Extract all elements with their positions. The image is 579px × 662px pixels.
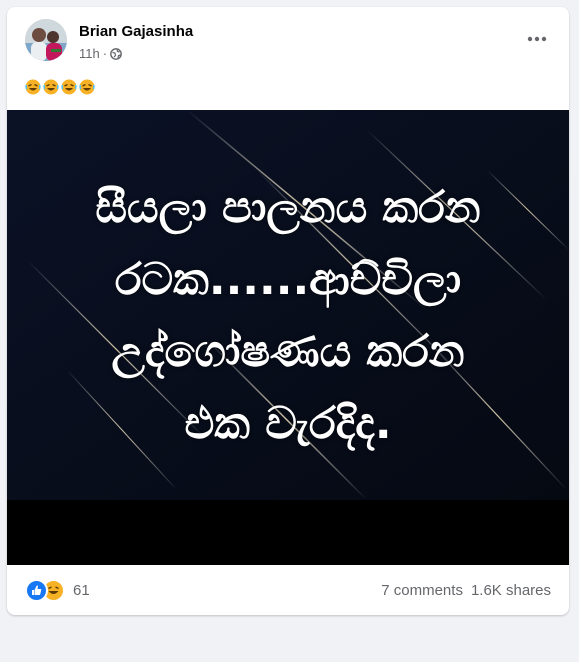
post-footer: 61 7 comments 1.6K shares xyxy=(7,565,569,615)
image-text-line: එක වැරදිද. xyxy=(184,398,392,449)
rofl-emoji-icon xyxy=(25,79,41,95)
image-text-line: උද්ගෝෂණය කරන xyxy=(111,326,465,377)
shares-link[interactable]: 1.6K shares xyxy=(471,582,551,599)
reaction-count: 61 xyxy=(73,582,90,599)
image-text: සීයලා පාලනය කරන රටක......ආච්චිලා උද්ගෝෂණ… xyxy=(7,172,569,460)
author-name[interactable]: Brian Gajasinha xyxy=(79,23,193,40)
more-options-icon xyxy=(527,36,547,42)
post-time[interactable]: 11h xyxy=(79,46,100,61)
comments-link[interactable]: 7 comments xyxy=(381,582,463,599)
post-stats: 7 comments 1.6K shares xyxy=(381,582,551,599)
post-image[interactable]: සීයලා පාලනය කරන රටක......ආච්චිලා උද්ගෝෂණ… xyxy=(7,110,569,565)
reactions-summary[interactable]: 61 xyxy=(25,579,90,602)
image-text-line: සීයලා පාලනය කරන xyxy=(95,182,481,233)
rofl-emoji-icon xyxy=(79,79,95,95)
author-avatar[interactable] xyxy=(25,19,67,61)
meta-separator: · xyxy=(102,46,108,61)
public-globe-icon xyxy=(110,47,122,60)
image-text-line: රටක......ආච්චිලා xyxy=(114,254,462,305)
like-icon xyxy=(25,579,48,602)
rofl-emoji-icon xyxy=(61,79,77,95)
post-card: Brian Gajasinha 11h · සීයලා පාලනය කරන රට… xyxy=(7,7,569,615)
post-header: Brian Gajasinha 11h · xyxy=(7,7,569,73)
more-options-button[interactable] xyxy=(519,27,555,51)
post-meta: 11h · xyxy=(79,46,122,61)
post-caption xyxy=(25,79,95,95)
rofl-emoji-icon xyxy=(43,79,59,95)
